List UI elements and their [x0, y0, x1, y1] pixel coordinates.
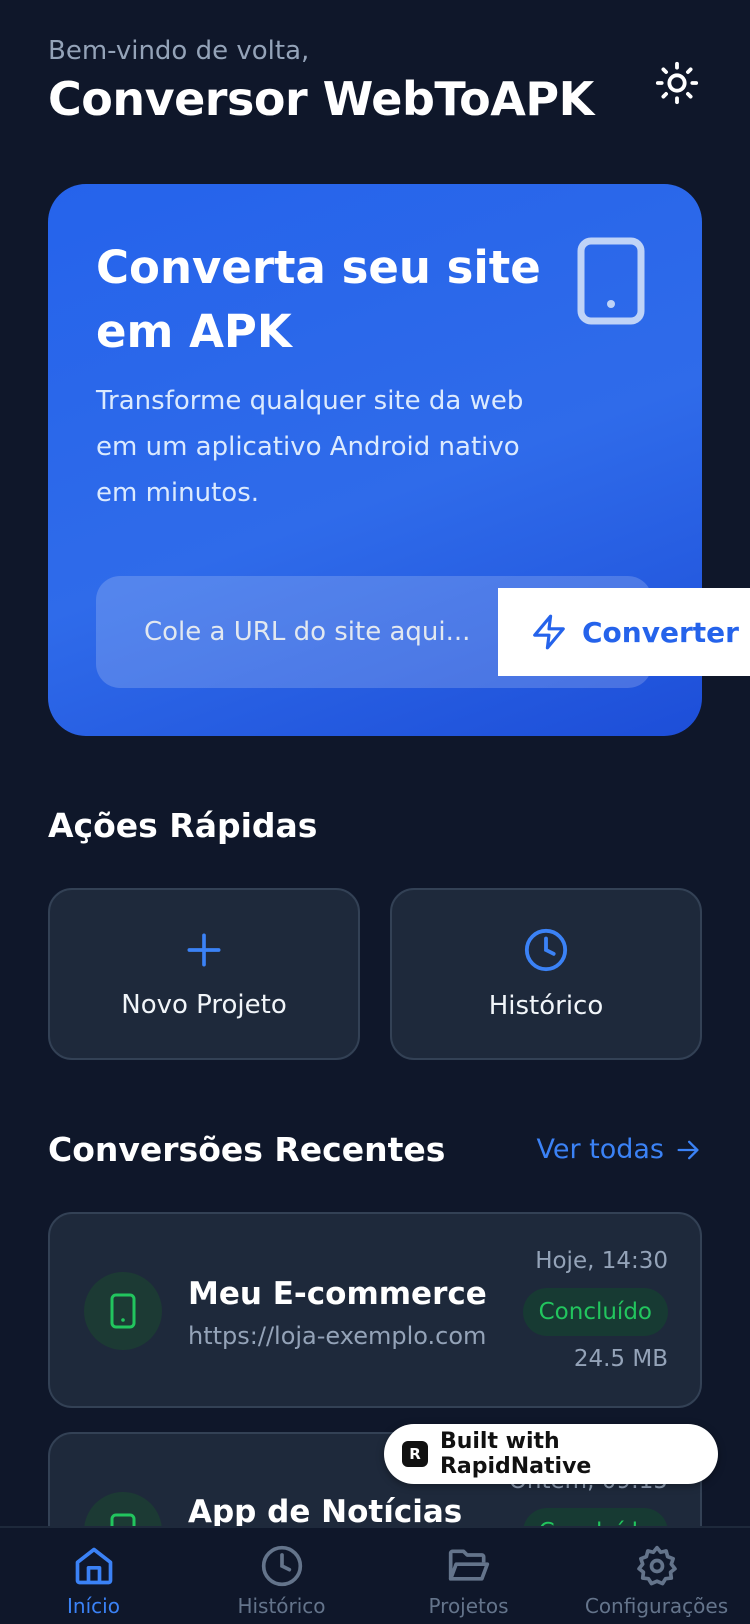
smartphone-icon	[84, 1272, 162, 1350]
quick-actions-title: Ações Rápidas	[48, 806, 318, 845]
conversion-name: App de Notícias	[188, 1494, 463, 1530]
greeting-text: Bem-vindo de volta,	[48, 36, 310, 66]
new-project-button[interactable]: Novo Projeto	[48, 888, 360, 1060]
hero-title: Converta seu site em APK	[96, 241, 541, 358]
recent-title: Conversões Recentes	[48, 1130, 446, 1169]
tab-history[interactable]: Histórico	[188, 1528, 375, 1624]
list-item[interactable]: Meu E-commerce https://loja-exemplo.com …	[48, 1212, 702, 1408]
see-all-label: Ver todas	[536, 1134, 664, 1165]
badge-label: Built with RapidNative	[439, 1429, 592, 1479]
tab-settings[interactable]: Configurações	[563, 1528, 750, 1624]
tab-label: Início	[67, 1594, 120, 1618]
tab-bar: Início Histórico Projetos Configurações	[0, 1526, 750, 1624]
status-badge: Concluído	[522, 1288, 668, 1336]
zap-icon	[533, 614, 565, 650]
see-all-link[interactable]: Ver todas	[536, 1134, 702, 1165]
arrow-right-icon	[677, 1140, 699, 1159]
folder-open-icon	[448, 1549, 489, 1581]
theme-toggle-button[interactable]	[654, 60, 700, 106]
page-title: Conversor WebToAPK	[48, 72, 594, 126]
history-label: Histórico	[488, 991, 604, 1021]
plus-icon	[187, 933, 221, 967]
header: Bem-vindo de volta, Conversor WebToAPK	[48, 36, 702, 136]
history-button[interactable]: Histórico	[390, 888, 702, 1060]
built-with-badge[interactable]: R Built with RapidNative	[384, 1424, 718, 1484]
sun-icon	[655, 61, 699, 105]
new-project-label: Novo Projeto	[121, 990, 287, 1020]
conversion-size: 24.5 MB	[573, 1346, 668, 1372]
home-icon	[75, 1547, 112, 1585]
clock-icon	[524, 928, 568, 972]
tab-label: Histórico	[237, 1594, 326, 1618]
tab-label: Configurações	[584, 1594, 729, 1618]
conversion-url: https://loja-exemplo.com	[188, 1322, 487, 1350]
conversion-name: Meu E-commerce	[188, 1276, 487, 1312]
tab-label: Projetos	[428, 1594, 509, 1618]
settings-icon	[636, 1545, 677, 1586]
hero-description: Transforme qualquer site da web em um ap…	[96, 386, 524, 508]
tab-projects[interactable]: Projetos	[375, 1528, 562, 1624]
conversion-time: Hoje, 14:30	[535, 1248, 668, 1274]
clock-icon	[261, 1545, 302, 1587]
convert-button[interactable]: Converter	[498, 588, 750, 676]
smartphone-icon	[576, 236, 646, 326]
url-input[interactable]	[144, 576, 484, 688]
rapidnative-logo-icon: R	[402, 1441, 428, 1467]
tab-home[interactable]: Início	[0, 1528, 187, 1624]
convert-button-label: Converter	[582, 615, 739, 649]
